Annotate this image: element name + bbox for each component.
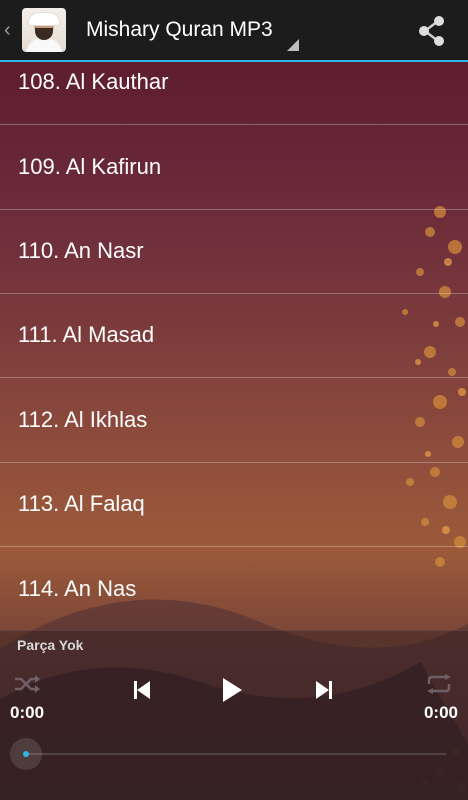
list-item[interactable]: 114. An Nas: [0, 547, 468, 630]
shuffle-icon[interactable]: [12, 673, 42, 695]
total-time: 0:00: [423, 703, 458, 722]
repeat-icon[interactable]: [424, 673, 454, 695]
list-item-label: 110. An Nasr: [18, 238, 144, 263]
previous-icon[interactable]: [128, 677, 156, 703]
app-icon[interactable]: [22, 8, 66, 52]
play-icon[interactable]: [216, 675, 248, 705]
action-bar: ‹ Mishary Quran MP3: [0, 0, 468, 62]
list-item-label: 112. Al Ikhlas: [18, 407, 148, 432]
list-item-label: 111. Al Masad: [18, 322, 155, 347]
list-item[interactable]: 112. Al Ikhlas: [0, 378, 468, 463]
app-title: Mishary Quran MP3: [86, 18, 273, 41]
list-item[interactable]: 113. Al Falaq: [0, 462, 468, 547]
list-item-label: 114. An Nas: [18, 576, 137, 601]
next-icon[interactable]: [310, 677, 338, 703]
player-panel: Parça Yok 0:00 0:00: [0, 630, 468, 800]
list-item[interactable]: 110. An Nasr: [0, 209, 468, 294]
list-item-label: 109. Al Kafirun: [18, 154, 162, 179]
list-item[interactable]: 109. Al Kafirun: [0, 125, 468, 210]
surah-list: 108. Al Kauthar 109. Al Kafirun 110. An …: [0, 62, 468, 630]
elapsed-time: 0:00: [10, 703, 45, 722]
title-spinner[interactable]: Mishary Quran MP3: [86, 0, 299, 61]
chevron-left-icon[interactable]: ‹: [4, 19, 18, 42]
list-item-label: 113. Al Falaq: [18, 491, 145, 516]
seek-bar[interactable]: [26, 753, 446, 755]
share-icon[interactable]: [416, 14, 448, 48]
list-item-label: 108. Al Kauthar: [18, 69, 169, 94]
track-name: Parça Yok: [17, 637, 84, 653]
seek-thumb[interactable]: [10, 738, 42, 770]
list-item[interactable]: 108. Al Kauthar: [0, 62, 468, 125]
spinner-indicator-icon: [287, 39, 299, 51]
list-item[interactable]: 111. Al Masad: [0, 293, 468, 378]
